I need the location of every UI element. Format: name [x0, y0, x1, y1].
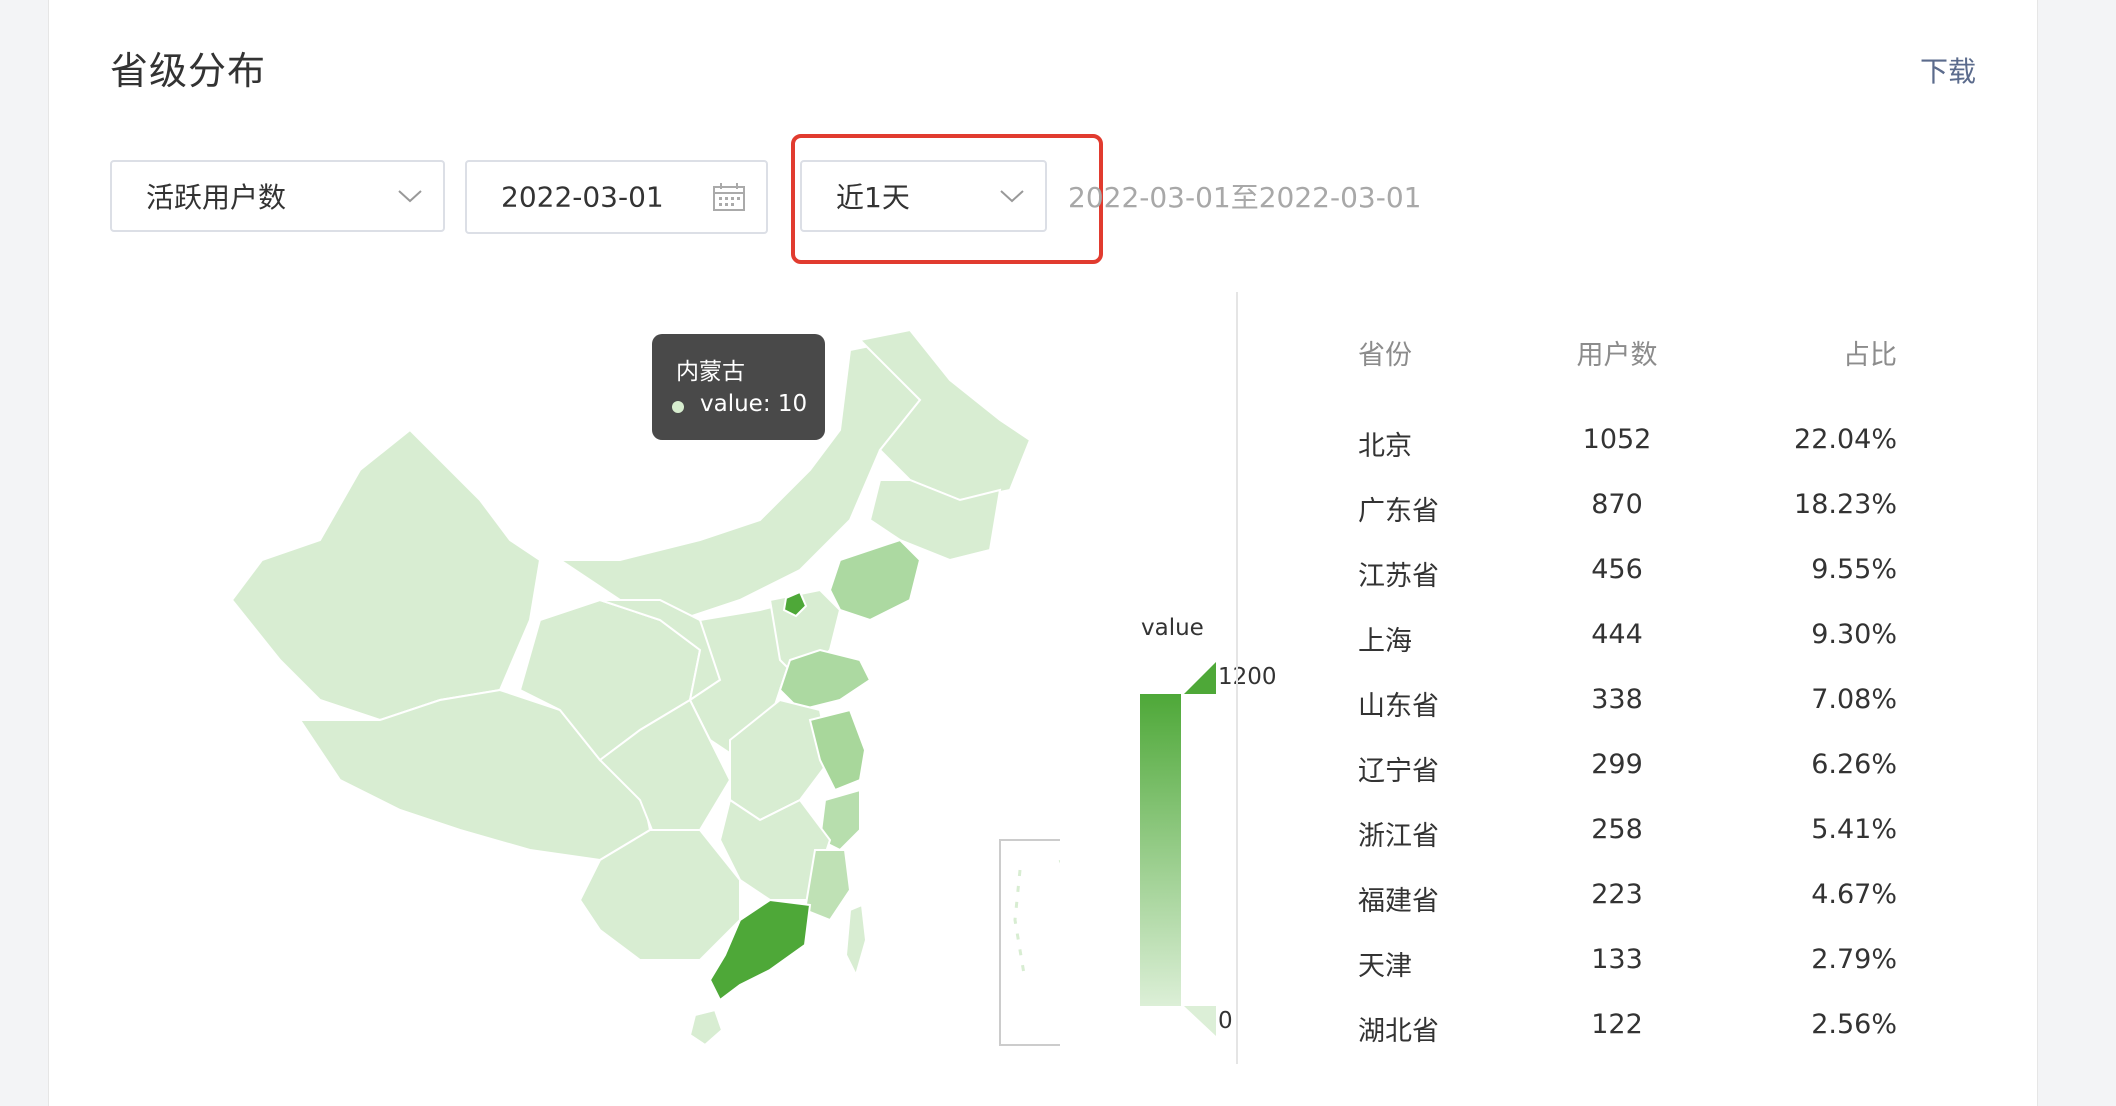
table-cell-users: 870 [1591, 489, 1643, 520]
table-cell-ratio: 7.08% [1811, 684, 1897, 715]
legend-label: value [1141, 615, 1204, 641]
table-cell-province: 福建省 [1358, 886, 1439, 917]
tooltip-region: 内蒙古 [676, 359, 745, 385]
metric-select-value: 活跃用户数 [146, 181, 287, 214]
table-cell-users: 338 [1591, 684, 1643, 715]
table-cell-users: 299 [1591, 749, 1643, 780]
calendar-icon [713, 183, 745, 211]
table-cell-users: 1052 [1582, 424, 1652, 455]
tooltip-label: value: [700, 391, 771, 417]
map-region-liaoning[interactable] [828, 538, 922, 622]
chevron-down-icon [398, 190, 422, 203]
range-select-value: 近1天 [836, 181, 910, 214]
download-link[interactable]: 下载 [1920, 50, 1976, 90]
legend-max-label: 1200 [1218, 664, 1277, 690]
table-cell-users: 223 [1591, 879, 1643, 910]
legend-min-handle[interactable] [1184, 1006, 1216, 1036]
table-cell-ratio: 2.79% [1811, 944, 1897, 975]
table-cell-ratio: 22.04% [1794, 424, 1897, 455]
tooltip-dot [672, 401, 684, 413]
chevron-down-icon [1000, 190, 1024, 203]
legend-gradient-bar [1140, 694, 1181, 1006]
table-cell-ratio: 9.30% [1811, 619, 1897, 650]
visual-map-legend[interactable] [1130, 660, 1220, 1040]
table-cell-ratio: 6.26% [1811, 749, 1897, 780]
date-value: 2022-03-01 [501, 180, 664, 214]
map-region-jiangsu[interactable] [808, 708, 867, 792]
table-cell-province: 广东省 [1358, 496, 1439, 527]
china-map[interactable] [220, 320, 1060, 1060]
table-cell-province: 江苏省 [1358, 561, 1439, 592]
table-cell-province: 上海 [1358, 626, 1412, 657]
date-range-text: 2022-03-01至2022-03-01 [1068, 181, 1422, 214]
table-cell-users: 444 [1591, 619, 1643, 650]
table-header-province: 省份 [1358, 340, 1412, 371]
table-cell-province: 湖北省 [1358, 1016, 1439, 1047]
table-header-users: 用户数 [1576, 340, 1658, 371]
table-cell-ratio: 5.41% [1811, 814, 1897, 845]
panel-divider [1236, 292, 1238, 1064]
table-cell-ratio: 2.56% [1811, 1009, 1897, 1040]
table-cell-ratio: 9.55% [1811, 554, 1897, 585]
page-title: 省级分布 [110, 49, 267, 93]
table-cell-ratio: 4.67% [1811, 879, 1897, 910]
map-region-xinjiang[interactable] [230, 428, 542, 722]
table-cell-province: 北京 [1358, 431, 1412, 462]
table-cell-users: 456 [1591, 554, 1643, 585]
tooltip-value: 10 [777, 391, 808, 417]
legend-max-handle[interactable] [1184, 662, 1216, 694]
range-select[interactable]: 近1天 [800, 160, 1047, 232]
table-cell-users: 258 [1591, 814, 1643, 845]
table-cell-province: 天津 [1358, 951, 1412, 982]
south-china-sea-inset [999, 839, 1060, 1046]
table-cell-ratio: 18.23% [1794, 489, 1897, 520]
table-header-ratio: 占比 [1843, 340, 1897, 371]
date-picker-input[interactable]: 2022-03-01 [465, 160, 768, 234]
map-region-taiwan[interactable] [844, 903, 868, 978]
metric-select[interactable]: 活跃用户数 [110, 160, 445, 232]
map-tooltip: 内蒙古 value: 10 [652, 334, 825, 440]
legend-min-label: 0 [1218, 1008, 1233, 1034]
map-region-hainan[interactable] [688, 1008, 724, 1047]
table-cell-province: 山东省 [1358, 691, 1439, 722]
table-cell-users: 122 [1591, 1009, 1643, 1040]
table-cell-province: 辽宁省 [1358, 756, 1439, 787]
table-cell-province: 浙江省 [1358, 821, 1439, 852]
table-cell-users: 133 [1591, 944, 1643, 975]
map-region-shandong[interactable] [778, 648, 872, 712]
